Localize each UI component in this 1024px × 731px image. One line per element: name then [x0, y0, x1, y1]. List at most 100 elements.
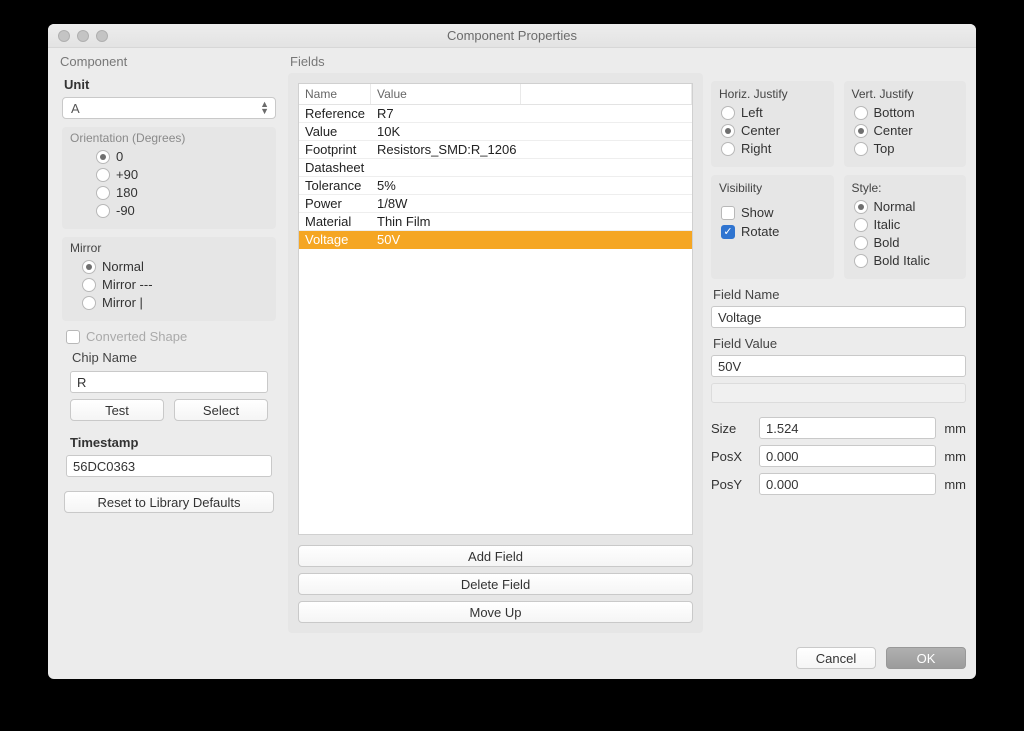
- vert-justify-label: Center: [874, 123, 913, 138]
- horiz-justify-radio[interactable]: [721, 142, 735, 156]
- mirror-option[interactable]: Normal: [82, 259, 268, 274]
- style-radio[interactable]: [854, 236, 868, 250]
- table-row[interactable]: Value10K: [299, 123, 692, 141]
- cell-value: 50V: [371, 232, 521, 247]
- table-row[interactable]: Voltage50V: [299, 231, 692, 249]
- visibility-group: Visibility Show ✓ Rotate: [711, 175, 834, 279]
- field-value-input[interactable]: 50V: [711, 355, 966, 377]
- posy-input[interactable]: 0.000: [759, 473, 936, 495]
- fields-table[interactable]: Name Value ReferenceR7Value10KFootprintR…: [298, 83, 693, 535]
- show-label: Show: [741, 205, 774, 220]
- orientation-option[interactable]: -90: [96, 203, 268, 218]
- unit-select[interactable]: A ▲▼: [62, 97, 276, 119]
- cell-name: Tolerance: [299, 178, 371, 193]
- ok-button[interactable]: OK: [886, 647, 966, 669]
- orientation-option[interactable]: 180: [96, 185, 268, 200]
- vert-justify-option[interactable]: Top: [854, 141, 959, 156]
- table-row[interactable]: ReferenceR7: [299, 105, 692, 123]
- style-title: Style:: [852, 181, 959, 195]
- mirror-option[interactable]: Mirror ---: [82, 277, 268, 292]
- chip-name-value: R: [77, 375, 86, 390]
- cell-name: Power: [299, 196, 371, 211]
- orientation-label: +90: [116, 167, 138, 182]
- vert-justify-option[interactable]: Center: [854, 123, 959, 138]
- style-option[interactable]: Bold: [854, 235, 959, 250]
- orientation-radio[interactable]: [96, 204, 110, 218]
- mirror-label: Mirror |: [102, 295, 143, 310]
- col-value-header[interactable]: Value: [371, 84, 521, 104]
- table-row[interactable]: Datasheet: [299, 159, 692, 177]
- timestamp-input[interactable]: 56DC0363: [66, 455, 272, 477]
- style-group: Style: Normal Italic Bold Bold Italic: [844, 175, 967, 279]
- horiz-justify-label: Right: [741, 141, 771, 156]
- select-button[interactable]: Select: [174, 399, 268, 421]
- rotate-checkbox[interactable]: ✓: [721, 225, 735, 239]
- table-row[interactable]: Tolerance5%: [299, 177, 692, 195]
- col-name-header[interactable]: Name: [299, 84, 371, 104]
- move-up-button[interactable]: Move Up: [298, 601, 693, 623]
- cancel-button[interactable]: Cancel: [796, 647, 876, 669]
- mirror-label: Normal: [102, 259, 144, 274]
- chip-name-input[interactable]: R: [70, 371, 268, 393]
- cell-name: Reference: [299, 106, 371, 121]
- orientation-label: 180: [116, 185, 138, 200]
- add-field-button[interactable]: Add Field: [298, 545, 693, 567]
- vert-justify-label: Top: [874, 141, 895, 156]
- orientation-radio[interactable]: [96, 186, 110, 200]
- unit-select-value: A: [71, 101, 80, 116]
- horiz-justify-label: Left: [741, 105, 763, 120]
- field-value-secondary[interactable]: [711, 383, 966, 403]
- mirror-radio[interactable]: [82, 278, 96, 292]
- table-body: ReferenceR7Value10KFootprintResistors_SM…: [299, 105, 692, 534]
- orientation-label: -90: [116, 203, 135, 218]
- orientation-radio[interactable]: [96, 150, 110, 164]
- style-radio[interactable]: [854, 218, 868, 232]
- cell-name: Datasheet: [299, 160, 371, 175]
- table-row[interactable]: FootprintResistors_SMD:R_1206: [299, 141, 692, 159]
- vert-justify-label: Bottom: [874, 105, 915, 120]
- horiz-justify-option[interactable]: Right: [721, 141, 826, 156]
- show-checkbox[interactable]: [721, 206, 735, 220]
- delete-field-button[interactable]: Delete Field: [298, 573, 693, 595]
- style-option[interactable]: Italic: [854, 217, 959, 232]
- horiz-justify-radio[interactable]: [721, 124, 735, 138]
- style-radio[interactable]: [854, 254, 868, 268]
- horiz-justify-radio[interactable]: [721, 106, 735, 120]
- table-row[interactable]: MaterialThin Film: [299, 213, 692, 231]
- orientation-option[interactable]: 0: [96, 149, 268, 164]
- field-name-input[interactable]: Voltage: [711, 306, 966, 328]
- cell-name: Value: [299, 124, 371, 139]
- vert-justify-radio[interactable]: [854, 142, 868, 156]
- style-radio[interactable]: [854, 200, 868, 214]
- size-input[interactable]: 1.524: [759, 417, 936, 439]
- mirror-radio[interactable]: [82, 296, 96, 310]
- orientation-radio[interactable]: [96, 168, 110, 182]
- mirror-radio[interactable]: [82, 260, 96, 274]
- test-button[interactable]: Test: [70, 399, 164, 421]
- style-option[interactable]: Bold Italic: [854, 253, 959, 268]
- size-unit: mm: [944, 421, 966, 436]
- cell-name: Footprint: [299, 142, 371, 157]
- posx-input[interactable]: 0.000: [759, 445, 936, 467]
- orientation-label: 0: [116, 149, 123, 164]
- vert-justify-radio[interactable]: [854, 124, 868, 138]
- component-section-label: Component: [60, 54, 280, 69]
- horiz-justify-option[interactable]: Left: [721, 105, 826, 120]
- style-label: Bold: [874, 235, 900, 250]
- converted-shape-checkbox[interactable]: [66, 330, 80, 344]
- orientation-option[interactable]: +90: [96, 167, 268, 182]
- table-row[interactable]: Power1/8W: [299, 195, 692, 213]
- posx-unit: mm: [944, 449, 966, 464]
- horiz-justify-option[interactable]: Center: [721, 123, 826, 138]
- reset-defaults-button[interactable]: Reset to Library Defaults: [64, 491, 274, 513]
- vert-justify-option[interactable]: Bottom: [854, 105, 959, 120]
- field-name-label: Field Name: [713, 287, 966, 302]
- rotate-label: Rotate: [741, 224, 779, 239]
- style-option[interactable]: Normal: [854, 199, 959, 214]
- field-value-value: 50V: [718, 359, 741, 374]
- fields-section-label: Fields: [290, 54, 703, 69]
- footer: Cancel OK: [58, 641, 966, 669]
- vert-justify-radio[interactable]: [854, 106, 868, 120]
- style-label: Bold Italic: [874, 253, 930, 268]
- mirror-option[interactable]: Mirror |: [82, 295, 268, 310]
